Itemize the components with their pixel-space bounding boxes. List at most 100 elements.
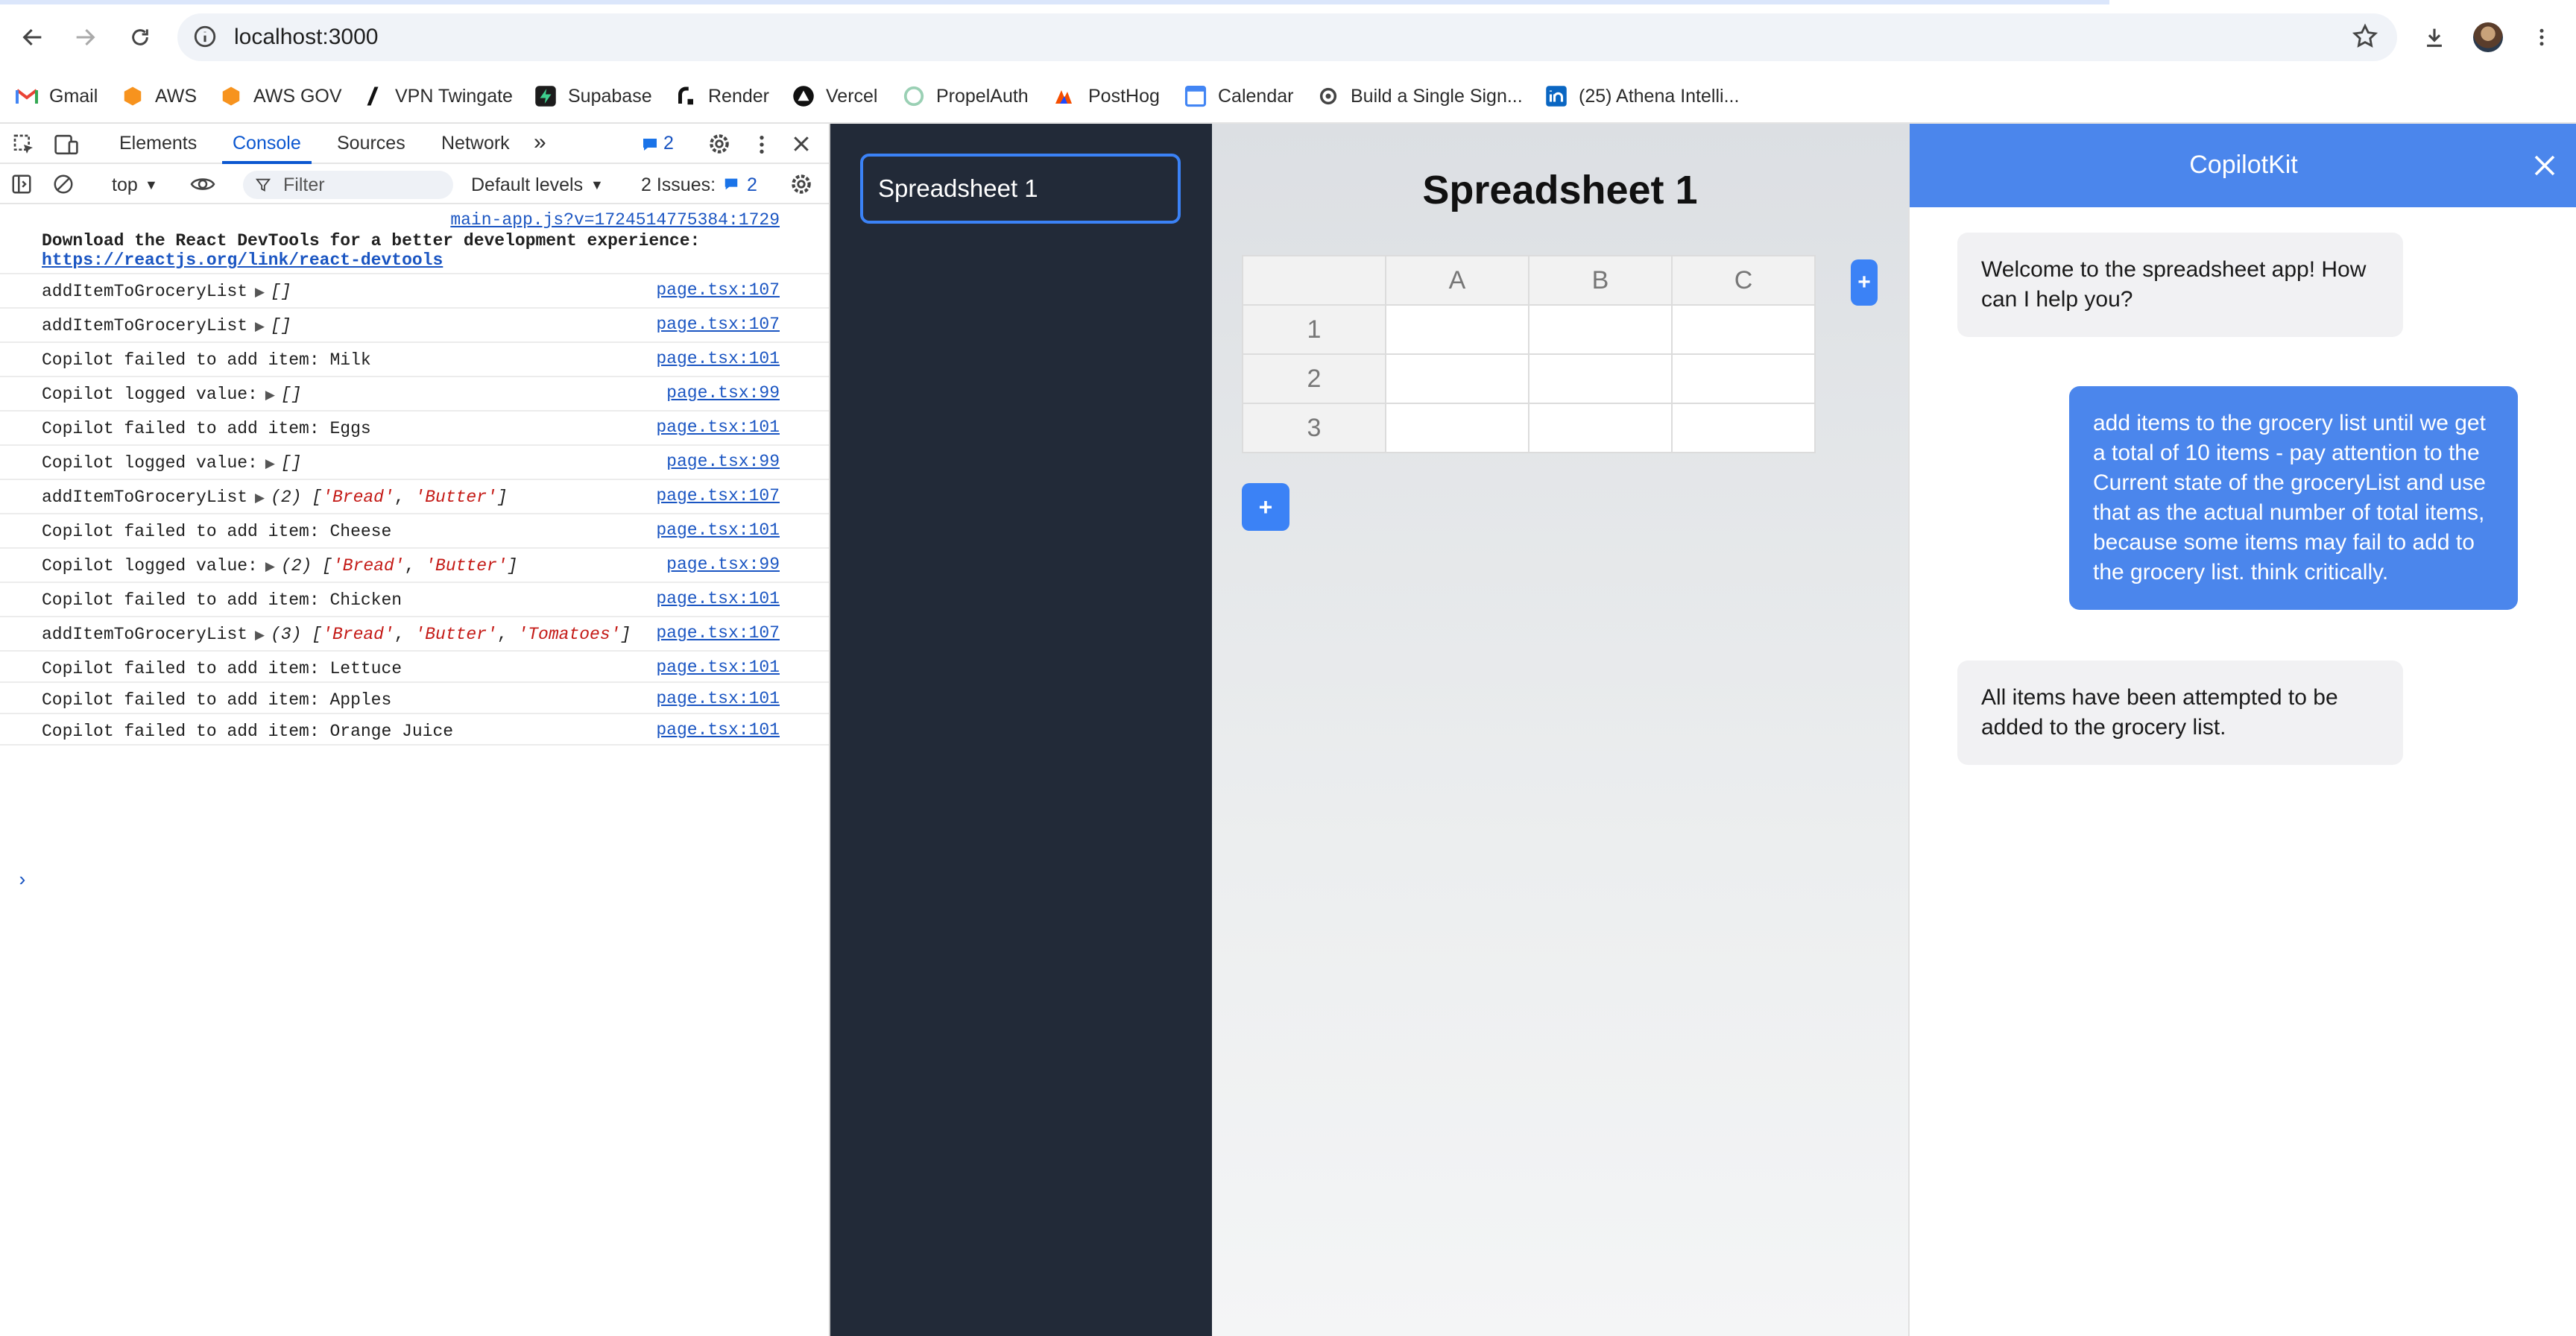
cell[interactable] <box>1385 403 1530 453</box>
tab-elements[interactable]: Elements <box>119 133 197 154</box>
bookmark-star-icon[interactable] <box>2351 22 2379 51</box>
chrome-menu-button[interactable] <box>2521 16 2563 58</box>
cell[interactable] <box>1528 353 1673 404</box>
sidebar-toggle-icon[interactable] <box>10 173 33 195</box>
site-info-icon[interactable] <box>192 24 218 49</box>
chevron-down-icon[interactable]: ▼ <box>590 177 604 193</box>
tab-sources[interactable]: Sources <box>337 133 405 154</box>
source-link[interactable]: page.tsx:101 <box>656 720 780 740</box>
bookmark-linkedin[interactable]: (25) Athena Intelli... <box>1544 82 1739 110</box>
row-header[interactable]: 3 <box>1242 403 1386 453</box>
console-settings-gear-icon[interactable] <box>789 171 814 197</box>
clear-console-icon[interactable] <box>52 173 75 195</box>
expand-triangle-icon[interactable]: ▶ <box>265 388 275 403</box>
console-message: Copilot failed to add item: Lettuce page… <box>0 652 829 683</box>
issues-message-icon[interactable] <box>641 136 659 154</box>
expand-triangle-icon[interactable]: ▶ <box>255 491 265 506</box>
chevron-down-icon[interactable]: ▼ <box>145 177 158 193</box>
reload-button[interactable] <box>119 16 161 58</box>
expand-triangle-icon[interactable]: ▶ <box>255 285 265 300</box>
bookmark-sso[interactable]: Build a Single Sign... <box>1316 82 1523 110</box>
bookmark-vpn-twingate[interactable]: VPN Twingate <box>361 82 513 110</box>
issues-label[interactable]: 2 Issues: <box>641 174 716 196</box>
live-expression-eye-icon[interactable] <box>189 173 216 195</box>
inspect-element-icon[interactable] <box>12 133 36 157</box>
source-link[interactable]: page.tsx:107 <box>656 315 780 334</box>
react-devtools-link[interactable]: https://reactjs.org/link/react-devtools <box>42 250 443 270</box>
log-value[interactable]: [] <box>281 453 302 473</box>
source-link[interactable]: page.tsx:99 <box>666 452 780 471</box>
source-link[interactable]: page.tsx:107 <box>656 486 780 505</box>
expand-triangle-icon[interactable]: ▶ <box>255 628 265 643</box>
source-link[interactable]: page.tsx:107 <box>656 623 780 643</box>
expand-triangle-icon[interactable]: ▶ <box>265 456 275 472</box>
back-button[interactable] <box>12 16 54 58</box>
column-header-b[interactable]: B <box>1528 255 1673 306</box>
bookmark-calendar[interactable]: Calendar <box>1184 82 1293 110</box>
cell[interactable] <box>1528 403 1673 453</box>
column-header-c[interactable]: C <box>1671 255 1816 306</box>
url-text[interactable]: localhost:3000 <box>234 25 378 50</box>
log-value[interactable]: [] <box>271 316 291 335</box>
source-link[interactable]: page.tsx:101 <box>656 658 780 677</box>
log-value[interactable]: [] <box>281 385 302 404</box>
issues-message-icon[interactable] <box>723 176 739 192</box>
array-length[interactable]: (2) <box>281 556 312 576</box>
bookmarks-bar: Gmail AWS AWS GOV VPN Twingate Supabase … <box>0 78 2576 115</box>
source-link[interactable]: page.tsx:101 <box>656 520 780 540</box>
expand-triangle-icon[interactable]: ▶ <box>265 559 275 575</box>
reload-icon <box>132 29 148 45</box>
sidebar-item-spreadsheet-1[interactable]: Spreadsheet 1 <box>860 154 1181 224</box>
add-row-button[interactable]: + <box>1242 483 1289 531</box>
cell[interactable] <box>1528 304 1673 355</box>
console-prompt-caret-icon[interactable]: › <box>16 869 28 892</box>
array-length[interactable]: (3) <box>271 625 301 644</box>
bookmark-gmail[interactable]: Gmail <box>15 82 98 110</box>
source-link[interactable]: page.tsx:107 <box>656 280 780 300</box>
source-link[interactable]: main-app.js?v=1724514775384:1729 <box>450 210 780 230</box>
tab-console[interactable]: Console <box>233 133 301 154</box>
bookmark-posthog[interactable]: PostHog <box>1054 82 1160 110</box>
address-bar[interactable]: localhost:3000 <box>177 13 2397 61</box>
settings-gear-icon[interactable] <box>707 131 732 157</box>
downloads-button[interactable] <box>2414 16 2455 58</box>
cell[interactable] <box>1385 353 1530 404</box>
issues-count[interactable]: 2 <box>747 174 757 196</box>
cell[interactable] <box>1385 304 1530 355</box>
cell[interactable] <box>1671 403 1816 453</box>
cell[interactable] <box>1671 304 1816 355</box>
profile-avatar[interactable] <box>2473 22 2503 52</box>
forward-button[interactable] <box>64 16 106 58</box>
source-link[interactable]: page.tsx:101 <box>656 418 780 437</box>
device-toolbar-icon[interactable] <box>54 133 79 157</box>
source-link[interactable]: page.tsx:101 <box>656 349 780 368</box>
bookmark-propelauth[interactable]: PropelAuth <box>902 82 1029 110</box>
issues-badge-count[interactable]: 2 <box>663 133 674 154</box>
array-item: 'Butter' <box>425 556 508 576</box>
source-link[interactable]: page.tsx:101 <box>656 689 780 708</box>
bookmark-aws-gov[interactable]: AWS GOV <box>219 82 342 110</box>
bookmark-aws[interactable]: AWS <box>121 82 197 110</box>
more-tabs-icon[interactable]: » <box>534 130 546 155</box>
default-levels-dropdown[interactable]: Default levels <box>471 174 583 196</box>
cell[interactable] <box>1671 353 1816 404</box>
column-header-a[interactable]: A <box>1385 255 1530 306</box>
row-header[interactable]: 2 <box>1242 353 1386 404</box>
add-column-button[interactable]: + <box>1851 259 1878 306</box>
source-link[interactable]: page.tsx:99 <box>666 383 780 403</box>
filter-input[interactable]: Filter <box>243 171 453 199</box>
source-link[interactable]: page.tsx:101 <box>656 589 780 608</box>
kebab-menu-icon[interactable] <box>753 133 771 157</box>
array-length[interactable]: (2) <box>271 488 301 507</box>
close-icon[interactable] <box>790 133 812 155</box>
row-header[interactable]: 1 <box>1242 304 1386 355</box>
bookmark-vercel[interactable]: Vercel <box>792 82 877 110</box>
tab-network[interactable]: Network <box>441 133 510 154</box>
source-link[interactable]: page.tsx:99 <box>666 555 780 574</box>
bookmark-supabase[interactable]: Supabase <box>534 82 652 110</box>
bookmark-render[interactable]: Render <box>674 82 769 110</box>
expand-triangle-icon[interactable]: ▶ <box>255 319 265 335</box>
context-selector[interactable]: top <box>112 174 138 196</box>
log-value[interactable]: [] <box>271 282 291 301</box>
close-icon[interactable] <box>2531 152 2558 179</box>
